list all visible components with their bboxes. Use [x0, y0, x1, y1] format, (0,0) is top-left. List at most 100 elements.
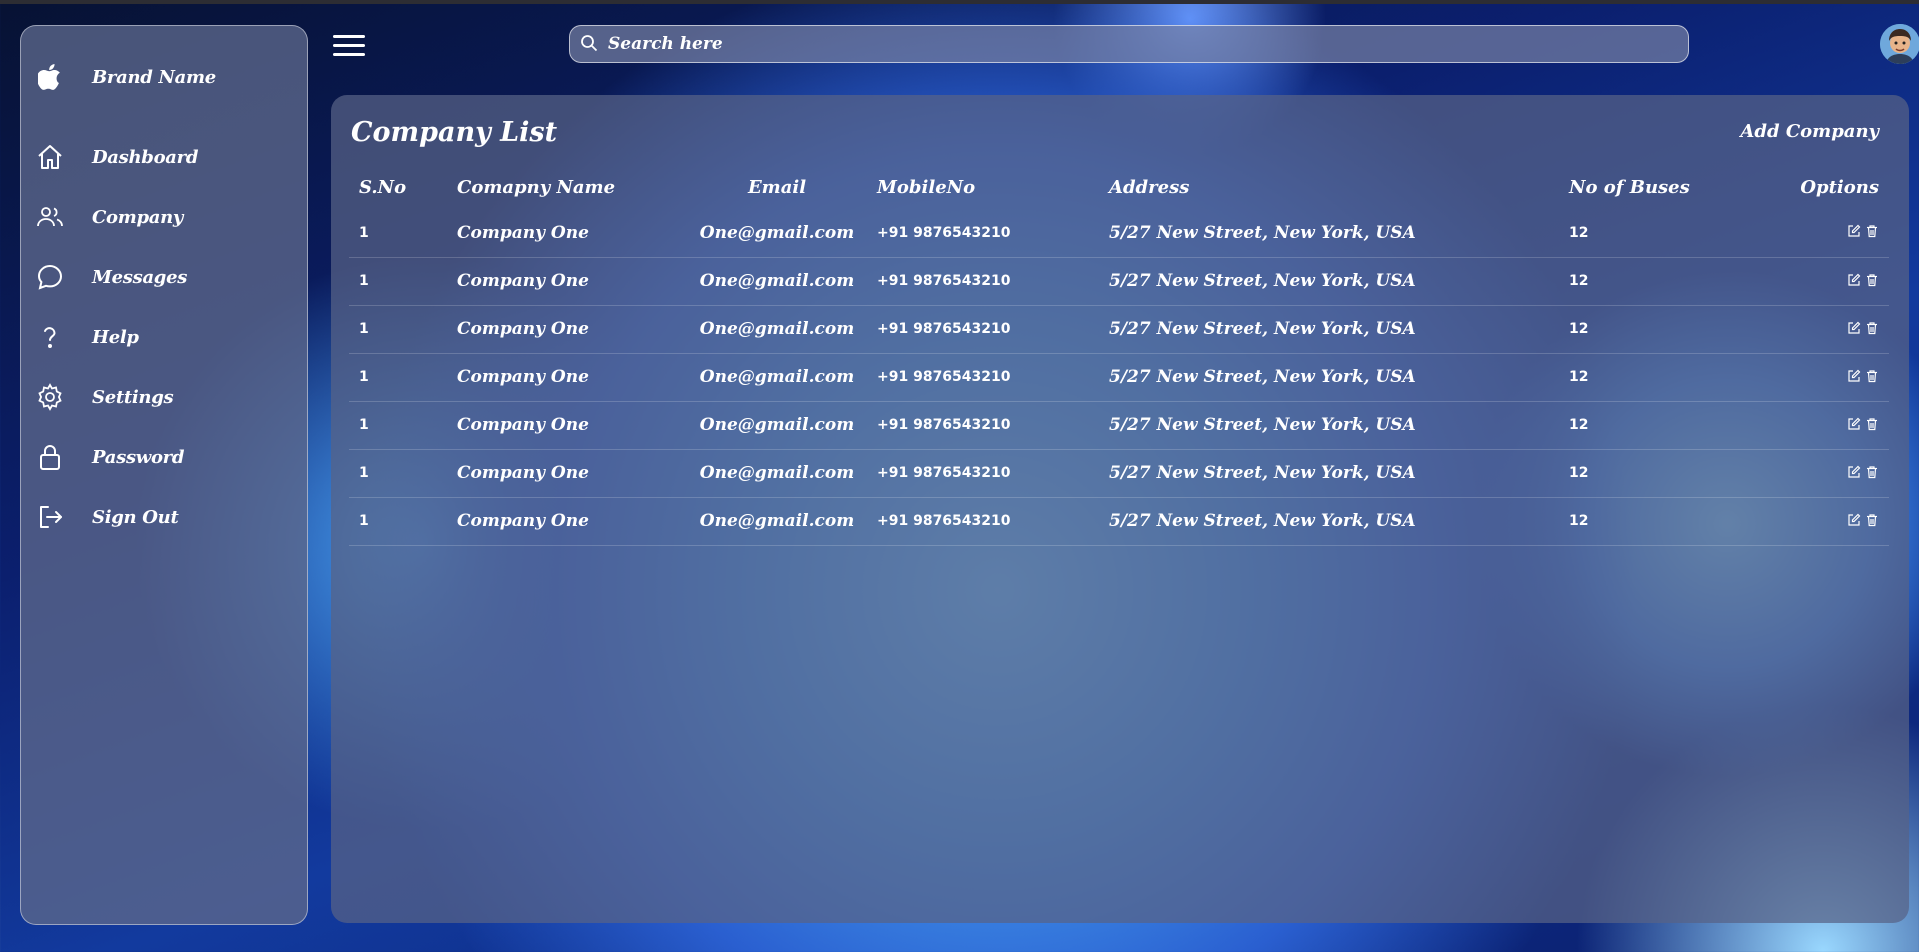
sidebar-item-password[interactable]: Password: [35, 437, 295, 477]
apple-logo-icon: [35, 62, 65, 92]
sidebar-item-dashboard[interactable]: Dashboard: [35, 137, 295, 177]
lock-icon: [35, 442, 65, 472]
cell-mobile: +91 9876543210: [867, 401, 1099, 450]
cell-buses: 12: [1559, 449, 1749, 498]
sidebar-item-sign-out[interactable]: Sign Out: [35, 497, 295, 537]
delete-icon[interactable]: [1865, 464, 1879, 478]
sidebar: Brand Name Dashboard Company Messages He…: [20, 25, 308, 925]
column-header-email: Email: [747, 176, 807, 198]
brand-name: Brand Name: [92, 66, 216, 88]
edit-icon[interactable]: [1847, 320, 1861, 334]
delete-icon[interactable]: [1865, 512, 1879, 526]
sidebar-item-messages[interactable]: Messages: [35, 257, 295, 297]
column-header-company-name: Comapny Name: [457, 176, 616, 198]
column-header-options: Options: [1800, 176, 1879, 198]
cell-company-name: Company One: [447, 497, 687, 546]
cell-company-name: Company One: [447, 305, 687, 354]
cell-email: One@gmail.com: [687, 305, 867, 354]
cell-address: 5/27 New Street, New York, USA: [1099, 449, 1559, 498]
cell-buses: 12: [1559, 401, 1749, 450]
cell-sno: 1: [349, 353, 447, 402]
window-top-bar: [0, 0, 1919, 4]
cell-company-name: Company One: [447, 401, 687, 450]
company-table: S.No Comapny Name Email MobileNo Address…: [349, 165, 1889, 546]
cell-sno: 1: [349, 305, 447, 354]
cell-email: One@gmail.com: [687, 257, 867, 306]
table-row: 1 Company One One@gmail.com +91 9876543210 5…: [349, 353, 1889, 402]
cell-options: [1749, 257, 1889, 306]
cell-company-name: Company One: [447, 449, 687, 498]
table-row: 1 Company One One@gmail.com +91 9876543210 5…: [349, 257, 1889, 306]
edit-icon[interactable]: [1847, 368, 1861, 382]
cell-options: [1749, 209, 1889, 258]
hamburger-menu-button[interactable]: [333, 33, 365, 57]
sidebar-item-label: Sign Out: [92, 506, 179, 528]
cell-mobile: +91 9876543210: [867, 353, 1099, 402]
delete-icon[interactable]: [1865, 416, 1879, 430]
cell-company-name: Company One: [447, 209, 687, 258]
cell-options: [1749, 497, 1889, 546]
cell-address: 5/27 New Street, New York, USA: [1099, 305, 1559, 354]
table-row: 1 Company One One@gmail.com +91 9876543210 5…: [349, 305, 1889, 354]
avatar[interactable]: [1880, 24, 1919, 64]
cell-address: 5/27 New Street, New York, USA: [1099, 497, 1559, 546]
search-input[interactable]: [606, 33, 1670, 55]
cell-sno: 1: [349, 449, 447, 498]
table-row: 1 Company One One@gmail.com +91 9876543210 5…: [349, 449, 1889, 498]
edit-icon[interactable]: [1847, 223, 1861, 237]
gear-icon: [35, 382, 65, 412]
cell-mobile: +91 9876543210: [867, 209, 1099, 258]
cell-address: 5/27 New Street, New York, USA: [1099, 209, 1559, 258]
cell-address: 5/27 New Street, New York, USA: [1099, 257, 1559, 306]
sidebar-item-label: Company: [92, 206, 184, 228]
edit-icon[interactable]: [1847, 512, 1861, 526]
add-company-button[interactable]: Add Company: [1740, 121, 1879, 142]
sidebar-item-help[interactable]: Help: [35, 317, 295, 357]
cell-options: [1749, 401, 1889, 450]
sidebar-item-company[interactable]: Company: [35, 197, 295, 237]
cell-email: One@gmail.com: [687, 353, 867, 402]
table-row: 1 Company One One@gmail.com +91 9876543210 5…: [349, 497, 1889, 546]
search-bar[interactable]: [569, 25, 1689, 63]
column-header-buses: No of Buses: [1569, 176, 1690, 198]
cell-address: 5/27 New Street, New York, USA: [1099, 401, 1559, 450]
cell-options: [1749, 353, 1889, 402]
cell-mobile: +91 9876543210: [867, 449, 1099, 498]
delete-icon[interactable]: [1865, 272, 1879, 286]
cell-company-name: Company One: [447, 257, 687, 306]
edit-icon[interactable]: [1847, 416, 1861, 430]
sign-out-icon: [35, 502, 65, 532]
cell-email: One@gmail.com: [687, 497, 867, 546]
cell-buses: 12: [1559, 209, 1749, 258]
edit-icon[interactable]: [1847, 272, 1861, 286]
page-title: Company List: [351, 117, 558, 148]
brand[interactable]: Brand Name: [35, 57, 295, 97]
delete-icon[interactable]: [1865, 223, 1879, 238]
company-list-panel: Company List Add Company S.No Comapny Na…: [331, 95, 1909, 923]
sidebar-item-label: Password: [92, 446, 185, 468]
users-icon: [35, 202, 65, 232]
delete-icon[interactable]: [1865, 320, 1879, 334]
search-icon: [580, 34, 600, 54]
cell-buses: 12: [1559, 305, 1749, 354]
cell-buses: 12: [1559, 257, 1749, 306]
cell-address: 5/27 New Street, New York, USA: [1099, 353, 1559, 402]
edit-icon[interactable]: [1847, 464, 1861, 478]
cell-company-name: Company One: [447, 353, 687, 402]
cell-email: One@gmail.com: [687, 209, 867, 258]
cell-sno: 1: [349, 257, 447, 306]
cell-buses: 12: [1559, 353, 1749, 402]
delete-icon[interactable]: [1865, 368, 1879, 382]
cell-options: [1749, 449, 1889, 498]
cell-options: [1749, 305, 1889, 354]
cell-mobile: +91 9876543210: [867, 257, 1099, 306]
sidebar-item-settings[interactable]: Settings: [35, 377, 295, 417]
sidebar-item-label: Messages: [92, 266, 188, 288]
cell-sno: 1: [349, 401, 447, 450]
cell-sno: 1: [349, 209, 447, 258]
home-icon: [35, 142, 65, 172]
sidebar-item-label: Dashboard: [92, 146, 199, 168]
cell-mobile: +91 9876543210: [867, 305, 1099, 354]
column-header-sno: S.No: [359, 176, 407, 198]
column-header-mobile: MobileNo: [877, 176, 976, 198]
